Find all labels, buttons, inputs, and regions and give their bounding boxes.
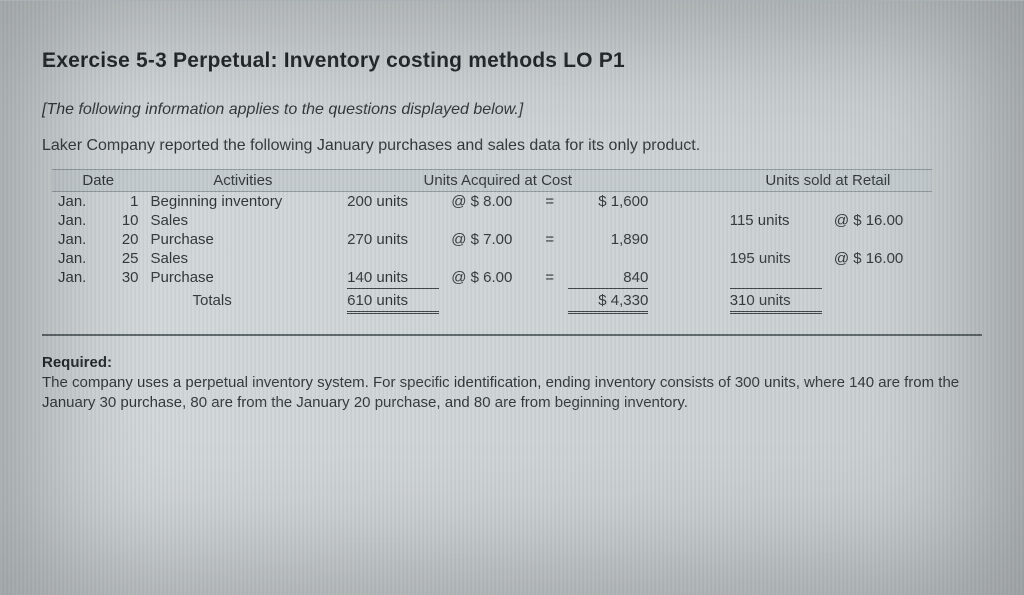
cell-acq-units: 200 units (341, 192, 445, 212)
cell-sold-rate (828, 192, 932, 212)
cell-acq-eq (538, 211, 562, 230)
required-body: The company uses a perpetual inventory s… (42, 373, 982, 414)
cell-spacer (654, 249, 723, 268)
cell-acq-rate (445, 211, 538, 230)
cell-date-month: Jan. (52, 249, 110, 268)
table-header-row: Date Activities Units Acquired at Cost U… (52, 170, 932, 192)
cell-date-day: 1 (110, 192, 145, 212)
required-heading: Required: (42, 354, 982, 371)
table-row: Jan.10Sales 115 units@ $ 16.00 (52, 211, 932, 230)
cell-sold-units: 115 units (724, 211, 828, 230)
intro-context: [The following information applies to th… (42, 101, 982, 119)
document-page: Exercise 5-3 Perpetual: Inventory costin… (0, 0, 1024, 595)
cell-acq-units (341, 249, 445, 268)
cell-acq-rate: @ $ 7.00 (445, 230, 538, 249)
cell-date-day: 25 (110, 249, 145, 268)
cell-acq-rate: @ $ 6.00 (445, 268, 538, 287)
cell-acq-eq: = (538, 230, 562, 249)
cell-acq-eq: = (538, 192, 562, 212)
cell-date-month: Jan. (52, 192, 110, 212)
cell-acq-total: 1,890 (562, 230, 655, 249)
cell-date-month: Jan. (52, 230, 110, 249)
cell-acq-eq: = (538, 268, 562, 287)
totals-acq-total: $ 4,330 (562, 291, 655, 310)
cell-acq-units (341, 211, 445, 230)
col-date: Date (52, 170, 145, 192)
inventory-table: Date Activities Units Acquired at Cost U… (52, 169, 932, 316)
totals-sold-units: 310 units (724, 291, 828, 310)
col-acquired: Units Acquired at Cost (341, 170, 654, 192)
cell-sold-rate (828, 268, 932, 287)
intro-sentence: Laker Company reported the following Jan… (42, 137, 982, 155)
cell-sold-units (724, 192, 828, 212)
cell-spacer (654, 230, 723, 249)
cell-activity: Sales (145, 211, 342, 230)
table-row: Jan.30Purchase140 units@ $ 6.00=840 (52, 268, 932, 287)
table-row: Jan.20Purchase270 units@ $ 7.00=1,890 (52, 230, 932, 249)
totals-acq-units: 610 units (341, 291, 445, 310)
col-sold: Units sold at Retail (724, 170, 932, 192)
totals-label: Totals (145, 291, 342, 310)
data-table-wrap: Date Activities Units Acquired at Cost U… (52, 169, 932, 316)
exercise-title: Exercise 5-3 Perpetual: Inventory costin… (42, 49, 982, 73)
cell-activity: Sales (145, 249, 342, 268)
cell-sold-rate: @ $ 16.00 (828, 249, 932, 268)
section-divider (42, 334, 982, 336)
cell-spacer (654, 211, 723, 230)
cell-spacer (654, 268, 723, 287)
cell-sold-units (724, 230, 828, 249)
cell-activity: Purchase (145, 230, 342, 249)
cell-acq-units: 270 units (341, 230, 445, 249)
totals-row: Totals 610 units $ 4,330 310 units (52, 291, 932, 310)
cell-date-day: 30 (110, 268, 145, 287)
col-spacer (654, 170, 723, 192)
cell-acq-rate (445, 249, 538, 268)
cell-sold-rate (828, 230, 932, 249)
cell-activity: Purchase (145, 268, 342, 287)
cell-date-month: Jan. (52, 268, 110, 287)
cell-date-month: Jan. (52, 211, 110, 230)
cell-date-day: 10 (110, 211, 145, 230)
cell-date-day: 20 (110, 230, 145, 249)
cell-sold-units (724, 268, 828, 287)
table-row: Jan.1Beginning inventory200 units@ $ 8.0… (52, 192, 932, 212)
cell-sold-rate: @ $ 16.00 (828, 211, 932, 230)
cell-spacer (654, 192, 723, 212)
cell-acq-units: 140 units (341, 268, 445, 287)
cell-acq-eq (538, 249, 562, 268)
cell-acq-total (562, 249, 655, 268)
cell-acq-total (562, 211, 655, 230)
double-underline-row (52, 310, 932, 316)
cell-acq-total: $ 1,600 (562, 192, 655, 212)
col-activities: Activities (145, 170, 342, 192)
cell-sold-units: 195 units (724, 249, 828, 268)
cell-acq-rate: @ $ 8.00 (445, 192, 538, 212)
table-row: Jan.25Sales 195 units@ $ 16.00 (52, 249, 932, 268)
cell-activity: Beginning inventory (145, 192, 342, 212)
cell-acq-total: 840 (562, 268, 655, 287)
